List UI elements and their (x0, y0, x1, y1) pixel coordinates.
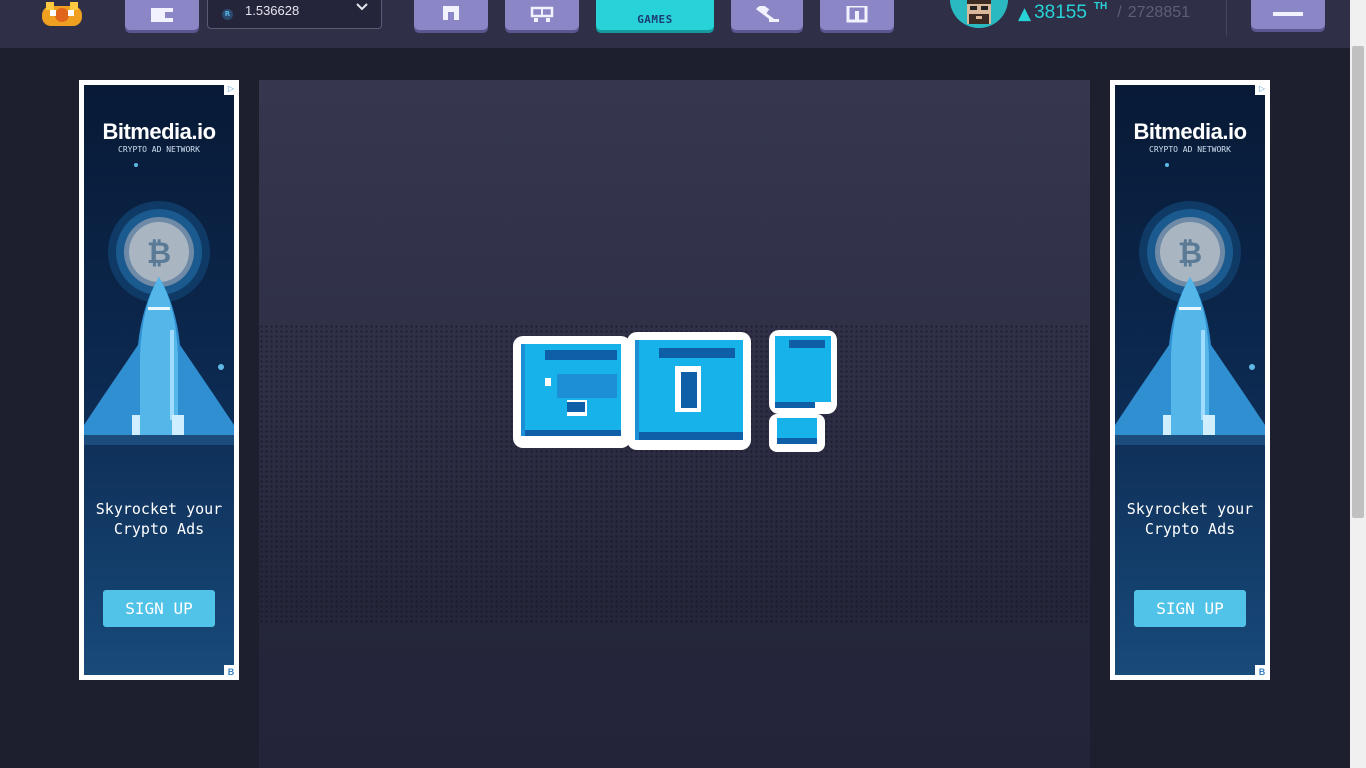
ad-brand: Bitmedia.io (1133, 119, 1247, 144)
ad-tagline: CRYPTO AD NETWORK (118, 145, 200, 154)
ad-headline: Skyrocket your Crypto Ads (1126, 500, 1254, 538)
divider (1226, 0, 1227, 36)
hammer-icon (756, 6, 779, 22)
marketplace-button[interactable] (505, 0, 579, 30)
menu-button[interactable] (1251, 0, 1325, 29)
power-value: 38155 (1034, 2, 1087, 23)
ad-signup-button[interactable]: SIGN UP (103, 590, 215, 627)
game-canvas[interactable] (259, 80, 1090, 768)
games-label: GAMES (637, 12, 673, 26)
top-navigation-bar: R 1.536628 GAMES ▲ 38155 TH / 2728851 (0, 0, 1350, 48)
ad-banner-left[interactable]: ₿ Bitmedia.io CRYPTO AD NETWORK Skyrocke… (79, 80, 239, 680)
home-button[interactable] (414, 0, 488, 30)
rooms-button[interactable] (820, 0, 894, 30)
ad-brand: Bitmedia.io (102, 119, 216, 144)
hashpower-display: ▲ 38155 TH / 2728851 (1018, 0, 1190, 28)
balance-value: 1.536628 (245, 2, 300, 18)
ad-choices-icon[interactable]: ▷ (224, 81, 238, 95)
user-avatar[interactable] (950, 0, 1008, 28)
ad-tagline: CRYPTO AD NETWORK (1149, 145, 1231, 154)
power-separator: / (1117, 4, 1122, 21)
bitmedia-badge-icon[interactable]: B (224, 665, 238, 679)
building-icon (846, 6, 868, 23)
page-scrollbar-thumb[interactable] (1352, 46, 1364, 518)
wallet-icon (151, 8, 173, 22)
power-unit: TH (1093, 1, 1108, 12)
svg-text:₿: ₿ (147, 237, 171, 270)
mining-button[interactable] (731, 0, 803, 30)
ad-content: ₿ Bitmedia.io CRYPTO AD NETWORK Skyrocke… (1115, 85, 1265, 675)
ad-headline: Skyrocket your Crypto Ads (95, 500, 223, 538)
bitmedia-badge-icon[interactable]: B (1255, 665, 1269, 679)
wallet-button[interactable] (125, 0, 199, 30)
cart-icon (530, 6, 554, 22)
svg-text:₿: ₿ (1178, 237, 1202, 270)
home-icon (443, 6, 459, 20)
rollercoin-logo-icon[interactable] (38, 0, 86, 28)
go-banner (513, 330, 837, 452)
ad-banner-right[interactable]: ₿ Bitmedia.io CRYPTO AD NETWORK Skyrocke… (1110, 80, 1270, 680)
arrow-up-icon: ▲ (1018, 4, 1032, 24)
hamburger-icon (1273, 11, 1303, 16)
ad-choices-icon[interactable]: ▷ (1255, 81, 1269, 95)
rlt-coin-icon: R (222, 8, 233, 20)
chevron-down-icon (356, 3, 368, 11)
power-total: 2728851 (1127, 4, 1191, 21)
ad-content: ₿ Bitmedia.io CRYPTO AD NETWORK Skyrocke… (84, 85, 234, 675)
ad-signup-button[interactable]: SIGN UP (1134, 590, 1246, 627)
balance-selector[interactable]: R 1.536628 (207, 0, 382, 29)
games-button[interactable]: GAMES (596, 0, 714, 30)
